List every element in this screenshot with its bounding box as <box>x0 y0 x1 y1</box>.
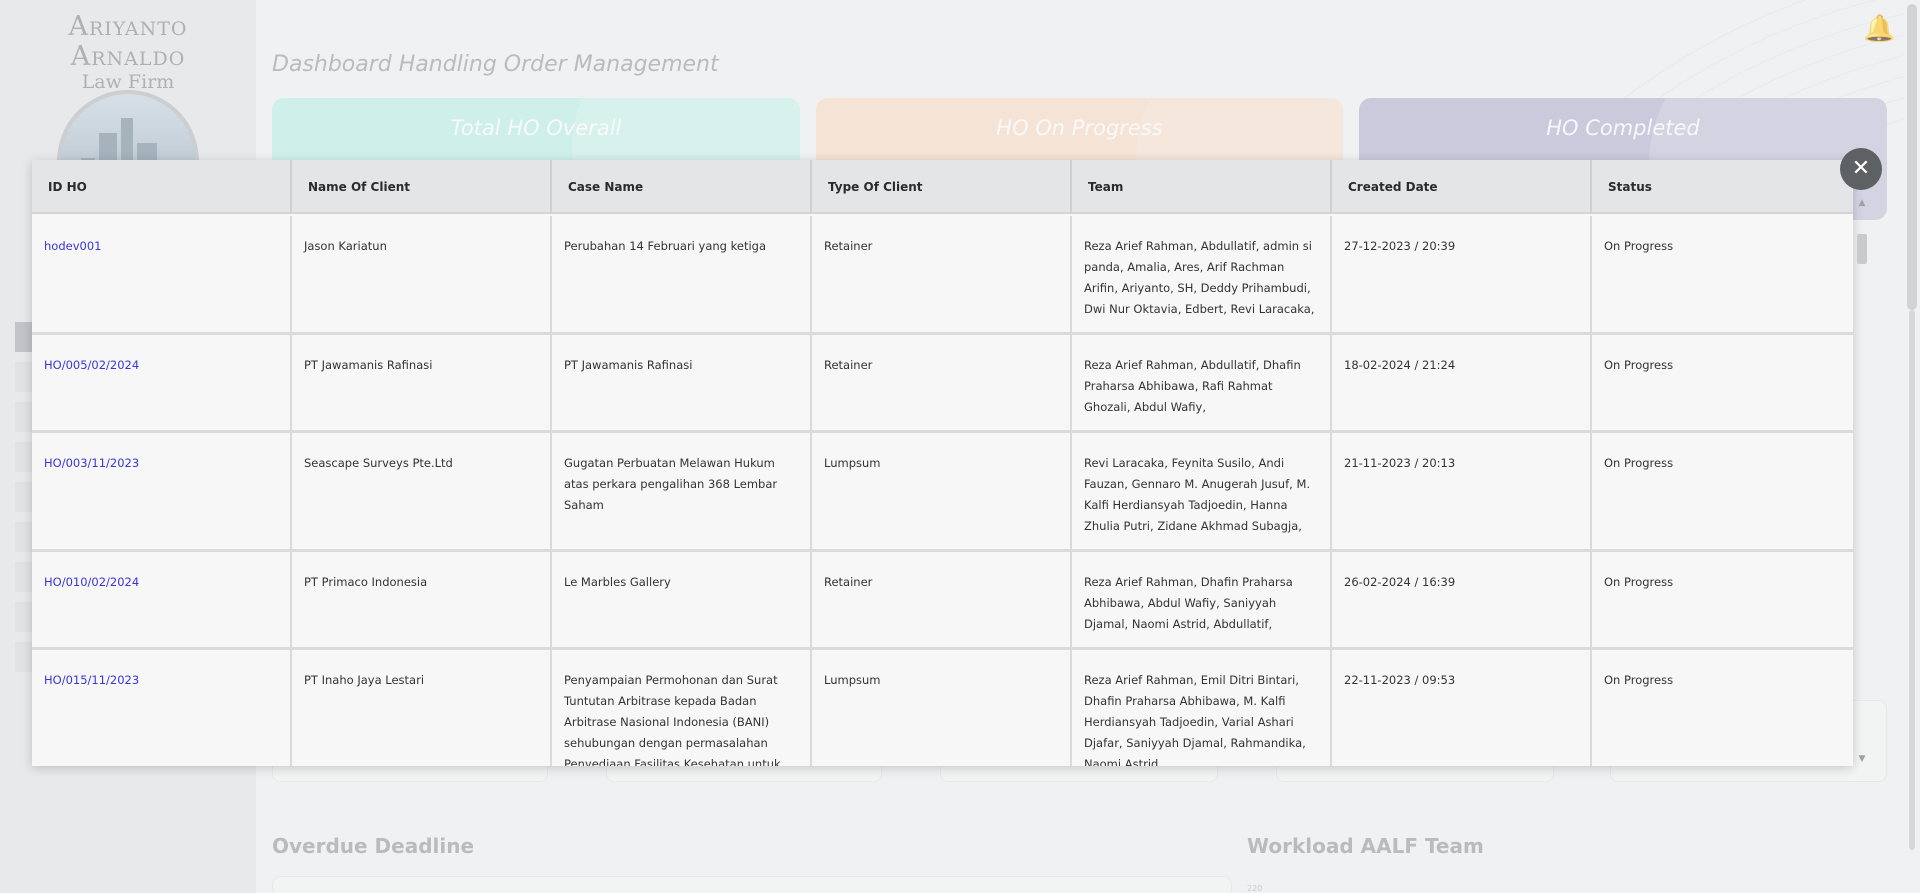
case-name: Perubahan 14 Februari yang ketiga <box>552 216 812 332</box>
status: On Progress <box>1604 456 1674 470</box>
status: On Progress <box>1604 358 1674 372</box>
ho-id-link[interactable]: HO/003/11/2023 <box>32 433 292 549</box>
client-name: PT Jawamanis Rafinasi <box>292 335 552 430</box>
team-members: Revi Laracaka, Feynita Susilo, Andi Fauz… <box>1072 433 1332 549</box>
table-scrollbar-thumb[interactable] <box>1857 234 1867 264</box>
client-type: Retainer <box>812 552 1072 647</box>
ho-id-link[interactable]: HO/005/02/2024 <box>32 335 292 430</box>
ho-id-link[interactable]: hodev001 <box>32 216 292 332</box>
created-date: 26-02-2024 / 16:39 <box>1332 552 1592 647</box>
column-header[interactable]: Name Of Client <box>292 160 552 214</box>
table-header: ID HO Name Of Client Case Name Type Of C… <box>32 160 1853 214</box>
client-name: Seascape Surveys Pte.Ltd <box>292 433 552 549</box>
status: On Progress <box>1604 673 1674 687</box>
client-type: Retainer <box>812 216 1072 332</box>
column-header[interactable]: Status <box>1592 160 1853 214</box>
case-name: Gugatan Perbuatan Melawan Hukum atas per… <box>552 433 812 549</box>
status: On Progress <box>1604 575 1674 589</box>
case-name: Le Marbles Gallery <box>552 552 812 647</box>
column-header[interactable]: Team <box>1072 160 1332 214</box>
table-row: HO/010/02/2024 PT Primaco Indonesia Le M… <box>32 552 1853 650</box>
table-scroll-down-icon[interactable]: ▼ <box>1855 754 1869 764</box>
case-name: Penyampaian Permohonan dan Surat Tuntuta… <box>552 650 812 766</box>
client-name: PT Inaho Jaya Lestari <box>292 650 552 766</box>
team-members: Reza Arief Rahman, Abdullatif, Dhafin Pr… <box>1072 335 1332 430</box>
team-members: Reza Arief Rahman, Abdullatif, admin si … <box>1072 216 1332 332</box>
created-date: 22-11-2023 / 09:53 <box>1332 650 1592 766</box>
table-scrollbar[interactable]: ▼ <box>1855 216 1869 764</box>
table-row: HO/015/11/2023 PT Inaho Jaya Lestari Pen… <box>32 650 1853 766</box>
table-row: HO/003/11/2023 Seascape Surveys Pte.Ltd … <box>32 433 1853 552</box>
client-name: Jason Kariatun <box>292 216 552 332</box>
ho-id-link[interactable]: HO/015/11/2023 <box>32 650 292 766</box>
ho-id-link[interactable]: HO/010/02/2024 <box>32 552 292 647</box>
team-members: Reza Arief Rahman, Dhafin Praharsa Abhib… <box>1072 552 1332 647</box>
client-name: PT Primaco Indonesia <box>292 552 552 647</box>
status: On Progress <box>1604 239 1674 253</box>
column-header[interactable]: ID HO <box>32 160 292 214</box>
table-row: hodev001 Jason Kariatun Perubahan 14 Feb… <box>32 216 1853 335</box>
created-date: 21-11-2023 / 20:13 <box>1332 433 1592 549</box>
table-body: hodev001 Jason Kariatun Perubahan 14 Feb… <box>32 216 1853 766</box>
case-name: PT Jawamanis Rafinasi <box>552 335 812 430</box>
team-members: Reza Arief Rahman, Emil Ditri Bintari, D… <box>1072 650 1332 766</box>
client-type: Retainer <box>812 335 1072 430</box>
created-date: 18-02-2024 / 21:24 <box>1332 335 1592 430</box>
ho-list-modal: ID HO Name Of Client Case Name Type Of C… <box>32 160 1853 766</box>
created-date: 27-12-2023 / 20:39 <box>1332 216 1592 332</box>
close-icon[interactable]: ✕ <box>1840 148 1882 190</box>
table-row: HO/005/02/2024 PT Jawamanis Rafinasi PT … <box>32 335 1853 433</box>
table-scroll-up-icon[interactable]: ▲ <box>1855 198 1869 208</box>
client-type: Lumpsum <box>812 433 1072 549</box>
column-header[interactable]: Type Of Client <box>812 160 1072 214</box>
column-header[interactable]: Created Date <box>1332 160 1592 214</box>
client-type: Lumpsum <box>812 650 1072 766</box>
column-header[interactable]: Case Name <box>552 160 812 214</box>
